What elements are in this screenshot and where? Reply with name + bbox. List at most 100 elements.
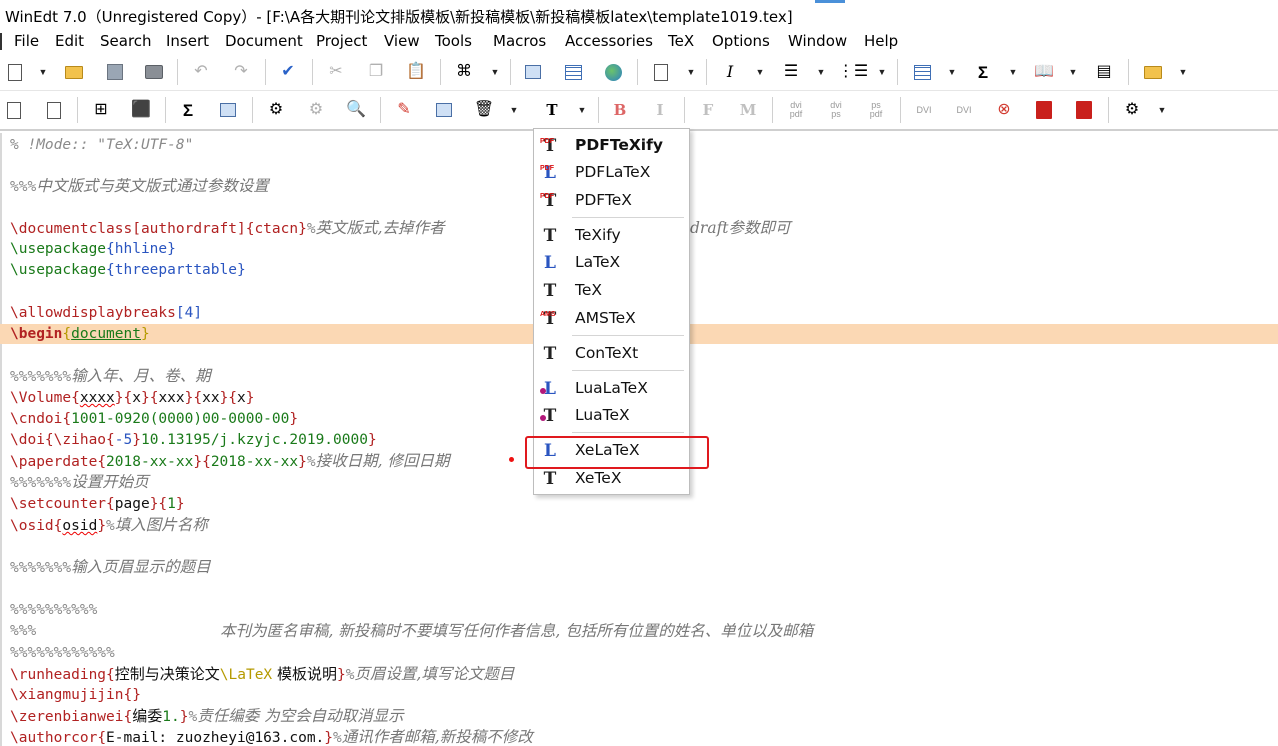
web-button[interactable] xyxy=(602,61,624,83)
align-button[interactable]: ☰ xyxy=(780,61,802,83)
toolbar-separator xyxy=(897,59,898,85)
math-button[interactable]: Σ xyxy=(972,61,994,83)
title-accent-bar xyxy=(815,0,845,3)
italic-dropdown[interactable]: ▼ xyxy=(755,61,765,83)
menu-options[interactable]: Options xyxy=(710,32,772,50)
bibtex-button[interactable]: ⚙ xyxy=(265,99,287,121)
menu-macros[interactable]: Macros xyxy=(491,32,548,50)
menu-item-luatex[interactable]: T LuaTeX xyxy=(534,402,689,429)
menu-file[interactable]: File xyxy=(12,32,41,50)
texify-button[interactable]: ✎ xyxy=(393,99,415,121)
dvi-search-button[interactable]: DVI xyxy=(913,99,935,121)
menu-edit[interactable]: Edit xyxy=(53,32,86,50)
list-button[interactable]: ⋮☰ xyxy=(838,61,868,83)
remove-main-button[interactable] xyxy=(43,99,65,121)
menu-accessories[interactable]: Accessories xyxy=(563,32,655,50)
menu-view[interactable]: View xyxy=(382,32,422,50)
compile-dropdown-button[interactable]: ▼ xyxy=(577,99,587,121)
dvi-pdf-button[interactable]: dvi pdf xyxy=(785,99,807,121)
set-main-button[interactable] xyxy=(3,99,25,121)
options-dropdown[interactable]: ▼ xyxy=(1157,99,1167,121)
menu-item-amstex[interactable]: AMS T AMSTeX xyxy=(534,305,689,332)
image-button[interactable] xyxy=(522,61,544,83)
print-button[interactable] xyxy=(143,61,165,83)
list-dropdown[interactable]: ▼ xyxy=(877,61,887,83)
ps-pdf-button[interactable]: ps pdf xyxy=(865,99,887,121)
clean-dropdown[interactable]: ▼ xyxy=(509,99,519,121)
undo-button[interactable]: ↶ xyxy=(190,61,212,83)
menu-help[interactable]: Help xyxy=(862,32,900,50)
menu-tools[interactable]: Tools xyxy=(433,32,474,50)
code-line: \cndoi{1001-0920(0000)00-0000-00} xyxy=(10,411,299,427)
align-dropdown[interactable]: ▼ xyxy=(816,61,826,83)
menu-search[interactable]: Search xyxy=(98,32,154,50)
pdf-viewer-button[interactable] xyxy=(1033,99,1055,121)
copy-button[interactable]: ❐ xyxy=(365,61,387,83)
menu-item-lualatex[interactable]: L LuaLaTeX xyxy=(534,375,689,402)
menu-item-texify[interactable]: T TeXify xyxy=(534,222,689,249)
tabular-dropdown[interactable]: ▼ xyxy=(947,61,957,83)
remove-main-icon xyxy=(47,101,61,119)
page-button[interactable] xyxy=(650,61,672,83)
new-file-button[interactable] xyxy=(4,61,26,83)
menu-tex[interactable]: TeX xyxy=(666,32,696,50)
spellcheck-button[interactable]: ✔ xyxy=(277,61,299,83)
text-button[interactable]: ▤ xyxy=(1093,61,1115,83)
folder-open-button[interactable] xyxy=(1142,61,1164,83)
menu-project[interactable]: Project xyxy=(314,32,369,50)
menu-insert[interactable]: Insert xyxy=(164,32,211,50)
menu-item-pdflatex[interactable]: PDF L PDFLaTeX xyxy=(534,159,689,186)
pdftexify-button[interactable]: T xyxy=(541,99,563,121)
trash-icon: 🗑 xyxy=(473,101,495,118)
math-env-button[interactable]: Σ xyxy=(177,99,199,121)
code-line: %%%%%%%设置开始页 xyxy=(10,473,149,491)
window-button[interactable] xyxy=(433,99,455,121)
menu-item-tex[interactable]: T TeX xyxy=(534,277,689,304)
pin-icon: ✎ xyxy=(397,101,411,118)
menu-item-pdftexify[interactable]: PDF T PDFTeXify xyxy=(534,132,689,159)
dvi-find-button[interactable]: DVI xyxy=(953,99,975,121)
menu-item-latex[interactable]: L LaTeX xyxy=(534,249,689,276)
makeindex-button[interactable]: ⚙ xyxy=(305,99,327,121)
options-button[interactable]: ⚙ xyxy=(1121,99,1143,121)
pdf-search-button[interactable] xyxy=(1073,99,1095,121)
m-button[interactable]: M xyxy=(737,99,759,121)
book-button[interactable]: 📖 xyxy=(1033,61,1055,83)
italic-format-button[interactable]: I xyxy=(649,99,671,121)
dvi-ps-button[interactable]: dvi ps xyxy=(825,99,847,121)
find-button[interactable]: ⌘ xyxy=(453,61,475,83)
preview-button[interactable] xyxy=(217,99,239,121)
ps-pdf-icon: ps pdf xyxy=(869,100,883,119)
dvi-viewer-button[interactable]: ⊗ xyxy=(993,99,1015,121)
tree-button[interactable]: ⊞ xyxy=(90,99,112,121)
sigma-icon: Σ xyxy=(977,62,989,82)
bold-button[interactable]: B xyxy=(609,99,631,121)
page-dropdown[interactable]: ▼ xyxy=(686,61,696,83)
dvi-find-icon: DVI xyxy=(956,104,972,115)
menu-item-context[interactable]: T ConTeXt xyxy=(534,340,689,367)
menu-window[interactable]: Window xyxy=(786,32,849,50)
search-tex-button[interactable]: 🔍 xyxy=(345,99,367,121)
table-button[interactable] xyxy=(562,61,584,83)
gather-button[interactable]: ⬛ xyxy=(130,99,152,121)
paste-button[interactable]: 📋 xyxy=(405,61,427,83)
f-button[interactable]: F xyxy=(697,99,719,121)
new-file-dropdown[interactable]: ▼ xyxy=(38,61,48,83)
italic-button[interactable]: I xyxy=(719,61,741,83)
book-dropdown[interactable]: ▼ xyxy=(1068,61,1078,83)
menu-document[interactable]: Document xyxy=(223,32,305,50)
open-button[interactable] xyxy=(63,61,85,83)
menu-item-pdftex[interactable]: PDF T PDFTeX xyxy=(534,187,689,214)
tabular-button[interactable] xyxy=(911,61,933,83)
save-button[interactable] xyxy=(104,61,126,83)
redo-button[interactable]: ↷ xyxy=(230,61,252,83)
find-dropdown[interactable]: ▼ xyxy=(490,61,500,83)
code-line-fragment: draft参数即可 xyxy=(690,219,791,237)
lualatex-icon: L xyxy=(540,378,560,400)
menu-item-xetex[interactable]: T XeTeX xyxy=(534,465,689,492)
clean-button[interactable]: 🗑 xyxy=(473,99,495,121)
code-line: \authorcor{E-mail: zuozheyi@163.com.}%通讯… xyxy=(10,728,533,746)
folder-open-dropdown[interactable]: ▼ xyxy=(1178,61,1188,83)
math-dropdown[interactable]: ▼ xyxy=(1008,61,1018,83)
cut-button[interactable]: ✂ xyxy=(325,61,347,83)
